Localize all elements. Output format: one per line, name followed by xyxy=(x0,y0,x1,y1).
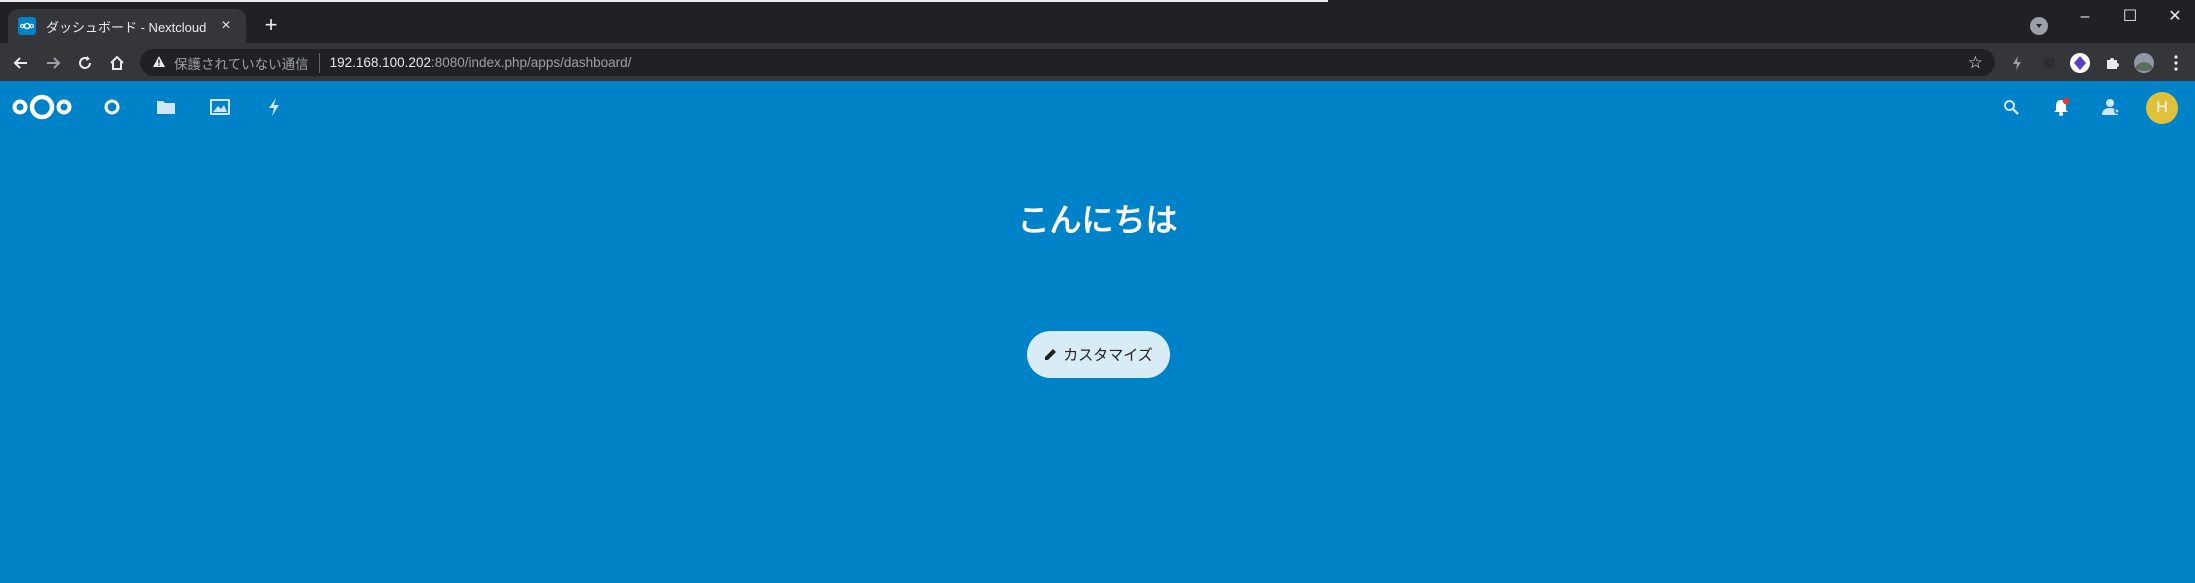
customize-button[interactable]: カスタマイズ xyxy=(1027,331,1170,378)
tab-title: ダッシュボード - Nextcloud xyxy=(46,19,207,35)
window-top-edge xyxy=(0,0,1328,2)
pencil-icon xyxy=(1044,348,1057,361)
photos-app-image-icon[interactable] xyxy=(208,95,232,119)
forward-arrow-icon[interactable] xyxy=(40,50,66,76)
profile-avatar-icon[interactable] xyxy=(2133,52,2155,74)
nextcloud-logo[interactable] xyxy=(12,93,72,126)
extensions-puzzle-icon[interactable] xyxy=(2101,52,2123,74)
new-tab-button[interactable]: + xyxy=(258,12,284,38)
nextcloud-header: H xyxy=(0,81,2195,131)
tab-close-icon[interactable]: × xyxy=(216,17,236,35)
browser-tab-active[interactable]: ダッシュボード - Nextcloud × xyxy=(8,9,246,43)
browser-menu-icon[interactable] xyxy=(2165,52,2187,74)
dashboard-app-circle-icon[interactable] xyxy=(100,95,124,119)
notifications-bell-icon[interactable] xyxy=(2049,95,2073,119)
extension-circle-icon[interactable] xyxy=(2038,52,2060,74)
reload-icon[interactable] xyxy=(72,50,98,76)
extension-purple-icon[interactable] xyxy=(2069,52,2091,74)
back-arrow-icon[interactable] xyxy=(8,50,34,76)
files-app-folder-icon[interactable] xyxy=(154,95,178,119)
contacts-person-icon[interactable] xyxy=(2099,95,2123,119)
extension-lightning-icon[interactable] xyxy=(2006,52,2028,74)
browser-tab-strip: ダッシュボード - Nextcloud × + – ☐ ✕ xyxy=(0,0,2195,43)
home-icon[interactable] xyxy=(104,50,130,76)
search-icon[interactable] xyxy=(1999,95,2023,119)
security-status-label[interactable]: 保護されていない通信 xyxy=(174,52,320,73)
dashboard-greeting: こんにちは xyxy=(1017,201,1178,239)
bookmark-star-icon[interactable]: ☆ xyxy=(1968,53,1983,73)
minimize-button[interactable]: – xyxy=(2070,6,2100,28)
close-window-button[interactable]: ✕ xyxy=(2160,6,2190,28)
url-path: :8080/index.php/apps/dashboard/ xyxy=(430,55,632,70)
address-bar[interactable]: 保護されていない通信 192.168.100.202 :8080/index.p… xyxy=(140,49,1995,76)
warning-triangle-icon[interactable] xyxy=(152,55,166,71)
user-avatar[interactable]: H xyxy=(2146,92,2178,124)
url-host: 192.168.100.202 xyxy=(329,55,431,70)
browser-toolbar: 保護されていない通信 192.168.100.202 :8080/index.p… xyxy=(0,43,2195,81)
customize-label: カスタマイズ xyxy=(1063,346,1153,364)
tab-search-icon[interactable] xyxy=(2030,17,2048,35)
activity-app-lightning-icon[interactable] xyxy=(262,95,286,119)
maximize-button[interactable]: ☐ xyxy=(2115,6,2145,28)
nextcloud-favicon-icon xyxy=(18,17,36,35)
